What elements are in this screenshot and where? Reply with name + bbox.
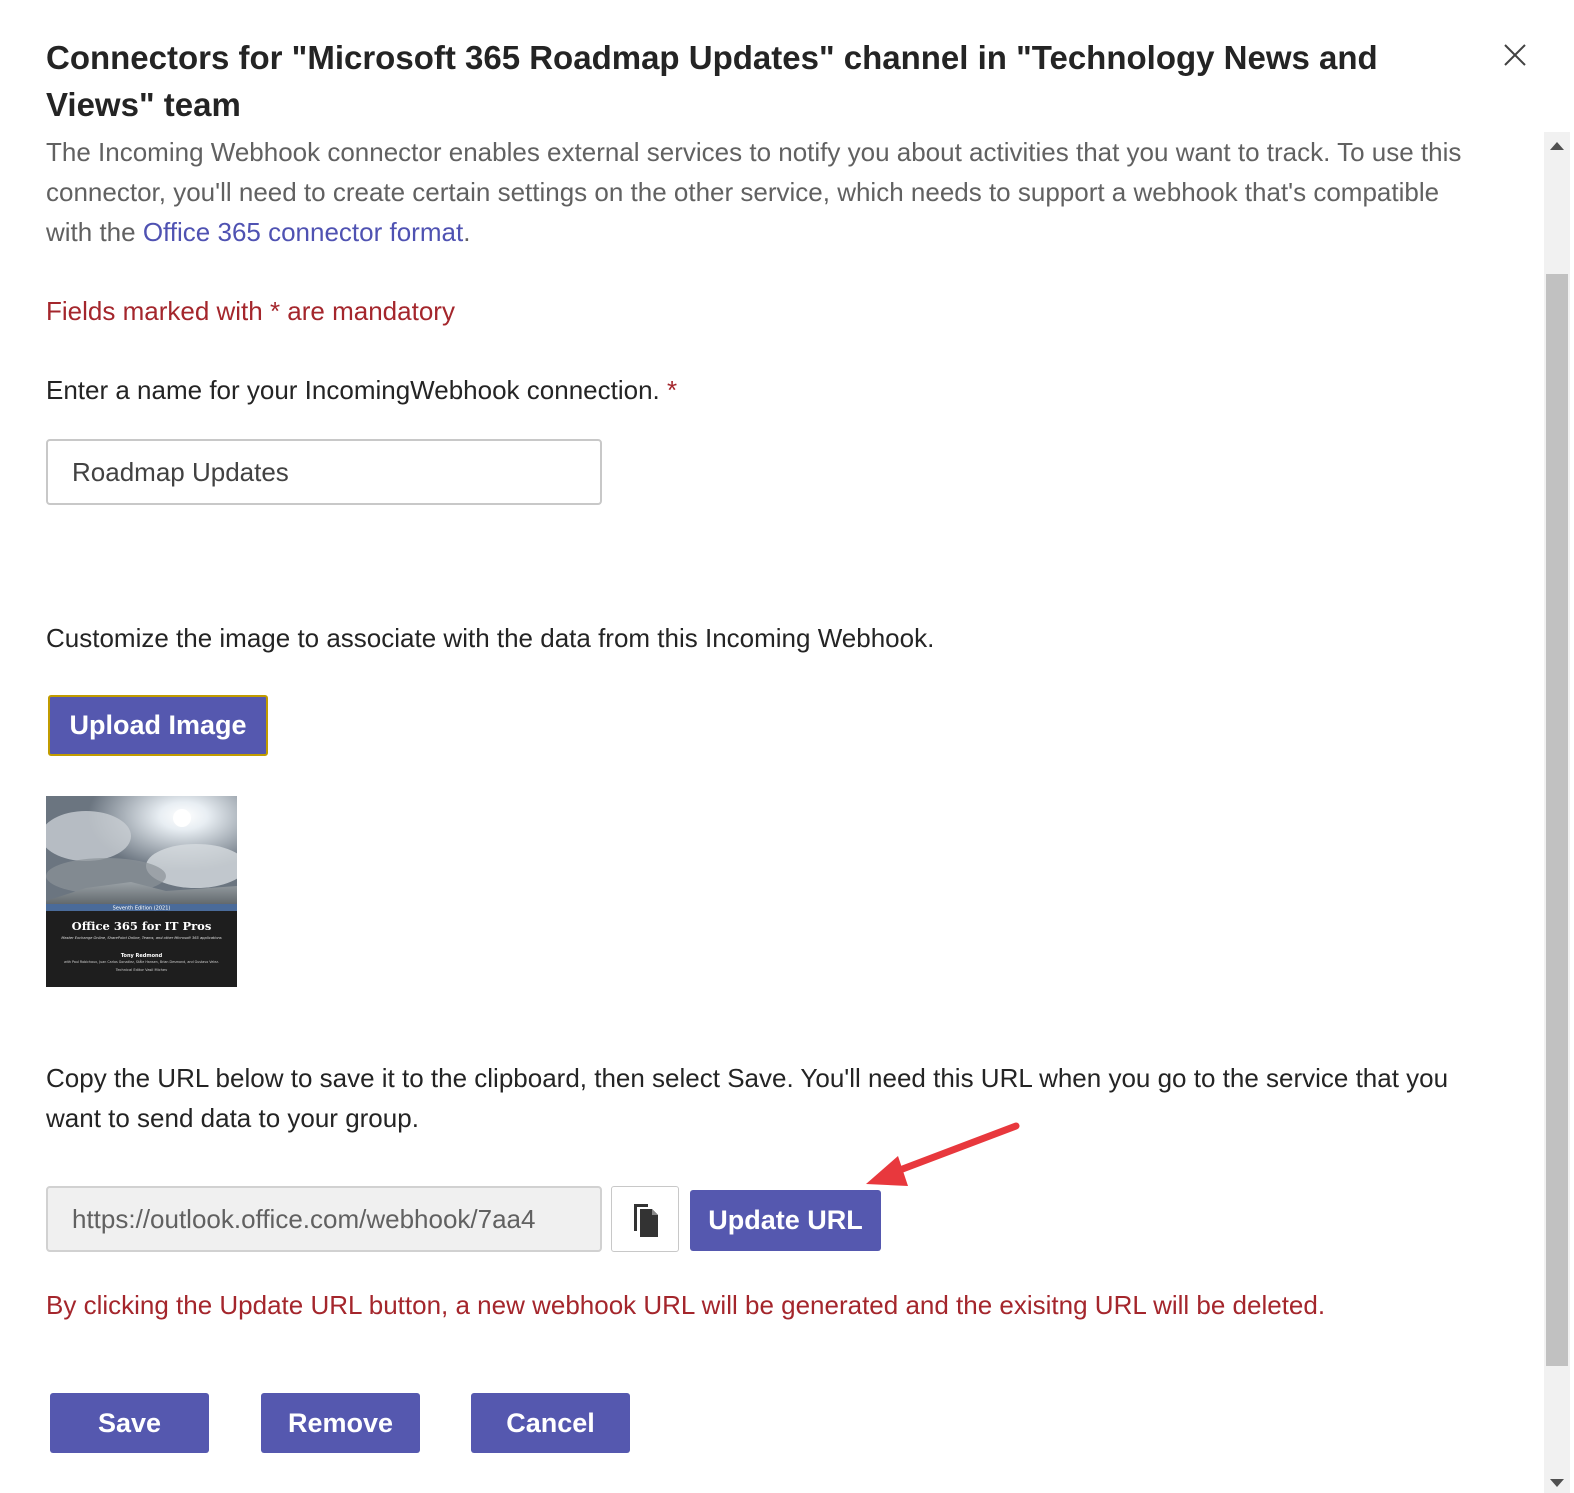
webhook-image-thumbnail: Seventh Edition (2021) Office 365 for IT… [46, 796, 237, 987]
webhook-url-field[interactable] [46, 1186, 602, 1252]
scrollbar-thumb[interactable] [1546, 274, 1568, 1366]
thumb-book-title: Office 365 for IT Pros [72, 919, 212, 933]
name-field-label: Enter a name for your IncomingWebhook co… [46, 370, 677, 410]
mandatory-note: Fields marked with * are mandatory [46, 296, 455, 326]
thumb-subtitle: Master Exchange Online, SharePoint Onlin… [61, 936, 221, 940]
required-marker: * [667, 375, 678, 405]
connector-format-link[interactable]: Office 365 connector format [143, 217, 463, 247]
vertical-scrollbar[interactable] [1544, 132, 1570, 1493]
save-button[interactable]: Save [50, 1393, 209, 1453]
connector-dialog: Connectors for "Microsoft 365 Roadmap Up… [0, 0, 1574, 1493]
close-icon [1504, 44, 1526, 66]
scroll-up-arrow-icon[interactable] [1550, 142, 1564, 150]
thumb-edition: Seventh Edition (2021) [113, 906, 171, 912]
update-url-warning: By clicking the Update URL button, a new… [46, 1290, 1326, 1320]
remove-button[interactable]: Remove [261, 1393, 420, 1453]
dialog-title: Connectors for "Microsoft 365 Roadmap Up… [46, 39, 1378, 123]
copy-url-button[interactable] [611, 1186, 679, 1252]
connection-name-input[interactable] [46, 439, 602, 505]
thumb-tech-editor: Technical Editor Vasil Michev [115, 968, 168, 972]
cancel-button[interactable]: Cancel [471, 1393, 630, 1453]
annotation-arrow-icon [866, 1122, 1020, 1186]
scroll-down-arrow-icon[interactable] [1550, 1479, 1564, 1487]
thumb-contributors: with Paul Robichaux, Juan Carlos Gonzále… [64, 959, 219, 964]
intro-description: The Incoming Webhook connector enables e… [46, 132, 1486, 252]
copy-icon [634, 1204, 658, 1237]
image-section-label: Customize the image to associate with th… [46, 623, 935, 653]
upload-image-button[interactable]: Upload Image [48, 695, 268, 756]
thumb-author: Tony Redmond [121, 953, 163, 959]
close-button[interactable] [1496, 36, 1534, 74]
intro-text-end: . [463, 217, 471, 247]
name-label-text: Enter a name for your IncomingWebhook co… [46, 375, 660, 405]
url-section-label: Copy the URL below to save it to the cli… [46, 1063, 1449, 1133]
